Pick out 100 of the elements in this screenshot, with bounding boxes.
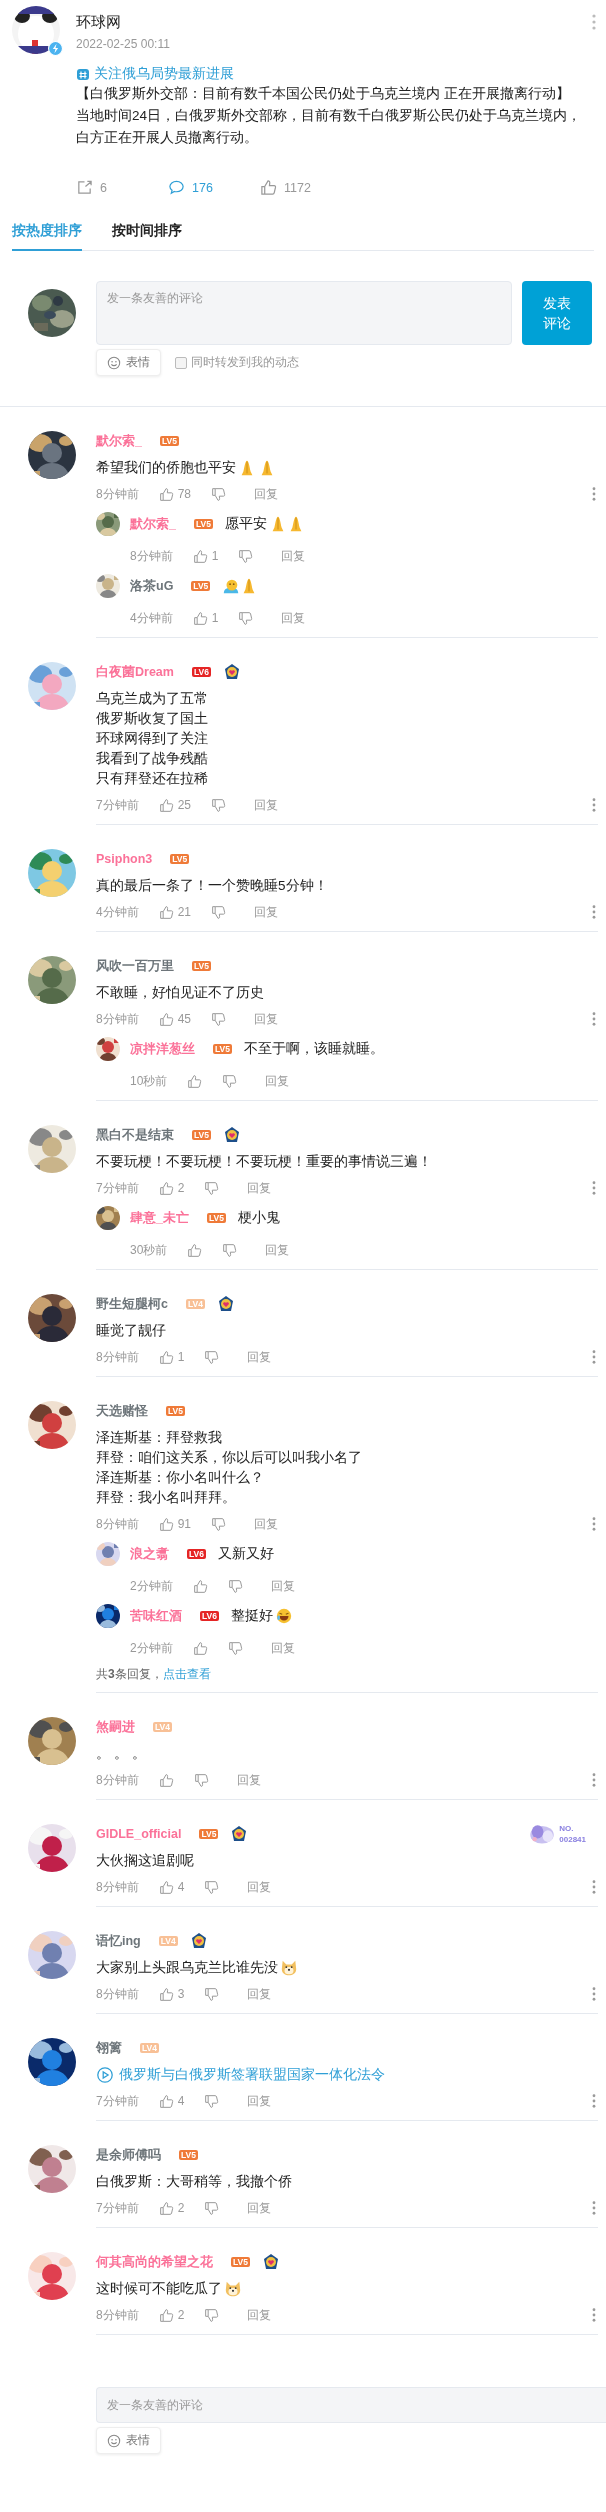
user-name[interactable]: 白夜菌Dream [96, 663, 174, 681]
share-icon[interactable] [76, 179, 93, 196]
user-name[interactable]: 风吹一百万里 [96, 957, 174, 975]
more-icon[interactable] [592, 1880, 596, 1894]
dislike-icon[interactable] [211, 797, 227, 813]
dislike-icon[interactable] [227, 1578, 243, 1594]
like-icon[interactable] [192, 548, 208, 564]
reply-button[interactable]: 回复 [254, 1010, 279, 1028]
dislike-icon[interactable] [204, 2307, 220, 2323]
reply-button[interactable]: 回复 [247, 2199, 272, 2217]
like-icon[interactable] [187, 1242, 203, 1258]
dislike-icon[interactable] [222, 1242, 238, 1258]
more-icon[interactable] [592, 487, 596, 501]
like-icon[interactable] [260, 179, 277, 196]
video-link[interactable]: 俄罗斯与白俄罗斯签署联盟国家一体化法令 [119, 2065, 385, 2085]
user-name[interactable]: 煞嗣进 [96, 1718, 135, 1736]
reply-button[interactable]: 回复 [247, 2306, 272, 2324]
user-name[interactable]: GIDLE_official [96, 1827, 182, 1841]
more-icon[interactable] [592, 2308, 596, 2322]
user-name[interactable]: 翎篱 [96, 2039, 122, 2057]
sort-tab[interactable]: 按时间排序 [112, 216, 182, 251]
reply-button[interactable]: 回复 [270, 1639, 295, 1657]
comment-input[interactable]: 发一条友善的评论 [96, 2387, 606, 2423]
like-icon[interactable] [158, 1986, 174, 2002]
user-name[interactable]: 肆意_未亡 [130, 1209, 189, 1227]
more-icon[interactable] [592, 1773, 596, 1787]
reply-button[interactable]: 回复 [254, 903, 279, 921]
dislike-icon[interactable] [204, 1180, 220, 1196]
more-icon[interactable] [592, 1012, 596, 1026]
user-name[interactable]: 苦味红酒 [130, 1607, 182, 1625]
reply-button[interactable]: 回复 [270, 1577, 295, 1595]
comment-input[interactable]: 发一条友善的评论 [96, 281, 512, 345]
dislike-icon[interactable] [204, 2200, 220, 2216]
more-icon[interactable] [592, 14, 596, 30]
dislike-icon[interactable] [211, 1516, 227, 1532]
dislike-icon[interactable] [211, 904, 227, 920]
like-icon[interactable] [158, 1349, 174, 1365]
user-name[interactable]: 何其高尚的希望之花 [96, 2253, 213, 2271]
user-name[interactable]: 野生短腿柯c [96, 1295, 168, 1313]
reply-button[interactable]: 回复 [254, 485, 279, 503]
comment-icon[interactable] [168, 179, 185, 196]
reply-button[interactable]: 回复 [265, 1241, 290, 1259]
submit-button[interactable]: 发表评论 [522, 281, 592, 345]
user-name[interactable]: 凉拌洋葱丝 [130, 1040, 195, 1058]
like-icon[interactable] [158, 1011, 174, 1027]
more-icon[interactable] [592, 2094, 596, 2108]
dislike-icon[interactable] [204, 1879, 220, 1895]
like-icon[interactable] [192, 610, 208, 626]
like-icon[interactable] [158, 1180, 174, 1196]
reply-button[interactable]: 回复 [236, 1771, 261, 1789]
like-icon[interactable] [158, 2093, 174, 2109]
sort-tab[interactable]: 按热度排序 [12, 216, 82, 251]
reply-button[interactable]: 回复 [281, 609, 306, 627]
like-icon[interactable] [158, 486, 174, 502]
like-icon[interactable] [158, 1772, 174, 1788]
dislike-icon[interactable] [204, 1349, 220, 1365]
reply-button[interactable]: 回复 [265, 1072, 290, 1090]
view-replies-link[interactable]: 点击查看 [162, 1667, 211, 1681]
like-icon[interactable] [158, 1516, 174, 1532]
user-name[interactable]: 默尔索_ [96, 432, 142, 450]
user-name[interactable]: 语忆ing [96, 1932, 141, 1950]
more-icon[interactable] [592, 1181, 596, 1195]
dislike-icon[interactable] [211, 486, 227, 502]
author-name[interactable]: 环球网 [76, 13, 594, 32]
dislike-icon[interactable] [193, 1772, 209, 1788]
like-icon[interactable] [158, 2200, 174, 2216]
dislike-icon[interactable] [204, 1986, 220, 2002]
reply-button[interactable]: 回复 [247, 1348, 272, 1366]
user-name[interactable]: 黑白不是结束 [96, 1126, 174, 1144]
dislike-icon[interactable] [204, 2093, 220, 2109]
user-name[interactable]: Psiphon3 [96, 852, 153, 866]
more-icon[interactable] [592, 798, 596, 812]
dislike-icon[interactable] [211, 1011, 227, 1027]
user-name[interactable]: 是余师傅吗 [96, 2146, 161, 2164]
more-icon[interactable] [592, 1517, 596, 1531]
more-icon[interactable] [592, 2201, 596, 2215]
like-icon[interactable] [158, 2307, 174, 2323]
more-icon[interactable] [592, 1987, 596, 2001]
like-icon[interactable] [158, 1879, 174, 1895]
dislike-icon[interactable] [238, 610, 254, 626]
more-icon[interactable] [592, 905, 596, 919]
dislike-icon[interactable] [227, 1640, 243, 1656]
reply-button[interactable]: 回复 [254, 1515, 279, 1533]
user-name[interactable]: 默尔索_ [130, 515, 176, 533]
dislike-icon[interactable] [238, 548, 254, 564]
dislike-icon[interactable] [222, 1073, 238, 1089]
like-icon[interactable] [192, 1578, 208, 1594]
user-name[interactable]: 天选赌怪 [96, 1402, 148, 1420]
like-icon[interactable] [187, 1073, 203, 1089]
reply-button[interactable]: 回复 [254, 796, 279, 814]
like-icon[interactable] [192, 1640, 208, 1656]
reply-button[interactable]: 回复 [247, 2092, 272, 2110]
like-icon[interactable] [158, 904, 174, 920]
emoji-button[interactable]: 表情 [96, 349, 161, 376]
user-name[interactable]: 洛茶uG [130, 577, 174, 595]
like-icon[interactable] [158, 797, 174, 813]
forward-checkbox[interactable] [175, 356, 187, 369]
topic-link[interactable]: 关注俄乌局势最新进展 [94, 65, 234, 83]
user-name[interactable]: 浪之翥 [130, 1545, 169, 1563]
reply-button[interactable]: 回复 [281, 547, 306, 565]
